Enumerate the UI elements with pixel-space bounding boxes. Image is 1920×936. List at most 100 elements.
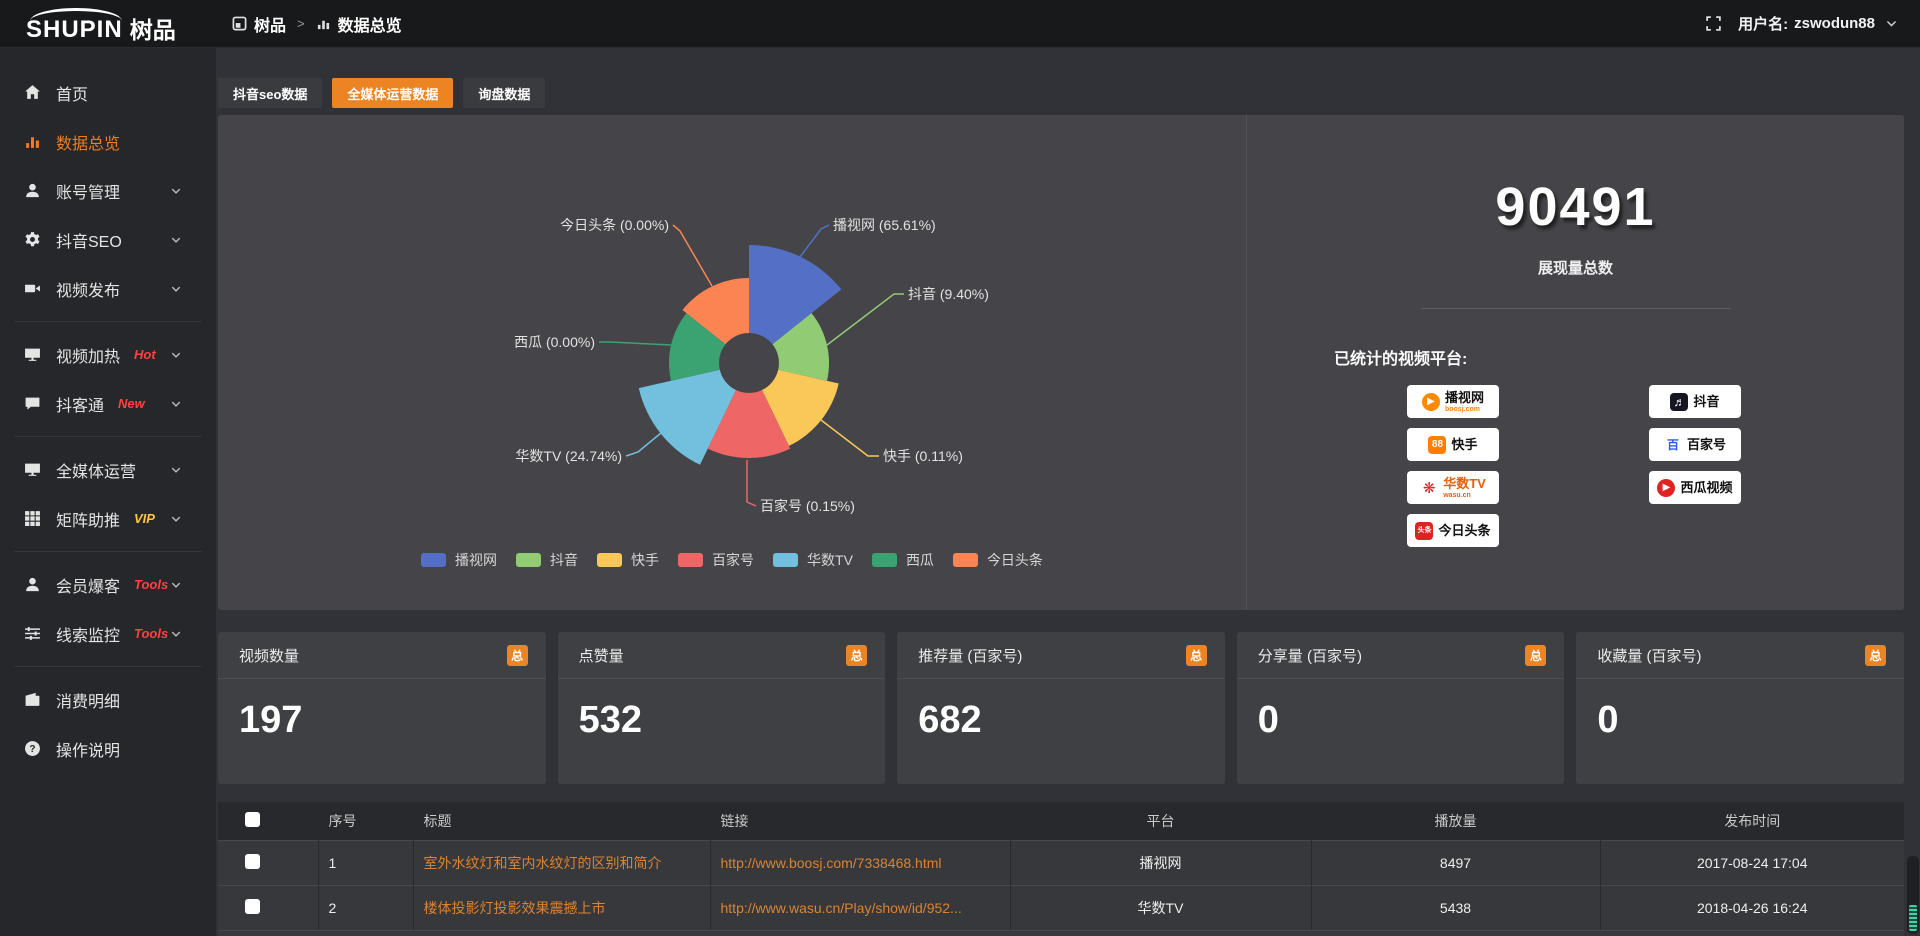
chevron-down-icon: [170, 185, 182, 197]
sidebar-item-question-16[interactable]: ? 操作说明: [0, 724, 216, 773]
chart-icon: [24, 133, 41, 150]
total-badge[interactable]: 总: [1865, 645, 1886, 666]
scrollbar-thumb[interactable]: [1909, 905, 1917, 931]
sidebar-badge: VIP: [134, 511, 155, 526]
sidebar-item-label: 线索监控: [56, 622, 120, 646]
sidebar-item-grid-10[interactable]: 矩阵助推 VIP: [0, 494, 216, 543]
fullscreen-icon[interactable]: [1705, 15, 1722, 32]
column-header-5: 发布时间: [1600, 802, 1904, 840]
row-checkbox[interactable]: [245, 899, 260, 914]
sidebar-item-sliders-13[interactable]: 线索监控 Tools: [0, 609, 216, 658]
legend-item-快手[interactable]: 快手: [597, 550, 659, 570]
legend-label: 播视网: [455, 550, 497, 570]
select-all-checkbox[interactable]: [245, 812, 260, 827]
scrollbar[interactable]: [1907, 856, 1919, 934]
platform-sub: boosj.com: [1445, 406, 1480, 413]
tab-0[interactable]: 抖音seo数据: [218, 78, 322, 108]
total-badge[interactable]: 总: [1525, 645, 1546, 666]
platform-badge-抖音: ♬ 抖音: [1649, 385, 1741, 418]
sidebar-item-home-0[interactable]: 首页: [0, 68, 216, 117]
stat-card-value: 197: [218, 679, 546, 742]
platform-name: 西瓜视频: [1680, 481, 1732, 494]
sidebar-badge: Tools: [134, 626, 168, 641]
platform-badge-西瓜视频: ▶ 西瓜视频: [1649, 471, 1741, 504]
legend-item-今日头条[interactable]: 今日头条: [953, 550, 1043, 570]
video-title-link[interactable]: 室外水纹灯和室内水纹灯的区别和简介: [424, 855, 662, 871]
sidebar-item-monitor-9[interactable]: 全媒体运营: [0, 445, 216, 494]
sidebar-item-label: 抖音SEO: [56, 228, 122, 252]
video-title-link[interactable]: 楼体投影灯投影效果震撼上市: [424, 900, 606, 916]
sidebar-divider: [14, 321, 202, 322]
column-header-3: 平台: [1010, 802, 1311, 840]
legend-swatch: [516, 553, 541, 567]
platform-name: 华数TV: [1443, 477, 1486, 490]
total-badge[interactable]: 总: [1186, 645, 1207, 666]
douyin-logo-icon: ♬: [1670, 393, 1688, 411]
svg-text:?: ?: [29, 744, 35, 755]
sidebar-item-chart-1[interactable]: 数据总览: [0, 117, 216, 166]
baijia-logo-icon: 百: [1664, 436, 1682, 454]
pie-label: 华数TV (24.74%): [515, 448, 622, 464]
chat-icon: [24, 395, 41, 412]
username-label: 用户名:: [1738, 13, 1788, 34]
chart-panel: 播视网 (65.61%)抖音 (9.40%)快手 (0.11%)百家号 (0.1…: [218, 115, 1904, 610]
xigua-logo-icon: ▶: [1657, 479, 1675, 497]
user-icon: [24, 182, 41, 199]
stat-card-title: 视频数量: [239, 645, 299, 666]
video-url-link[interactable]: http://www.wasu.cn/Play/show/id/952...: [721, 900, 962, 916]
legend-label: 西瓜: [906, 550, 934, 570]
total-impressions-value: 90491: [1247, 177, 1904, 237]
platform-name: 百家号: [1687, 438, 1726, 451]
legend-label: 快手: [631, 550, 659, 570]
sidebar-item-label: 矩阵助推: [56, 507, 120, 531]
sidebar-divider: [14, 551, 202, 552]
grid-icon: [24, 510, 41, 527]
cell-plays: 5438: [1311, 885, 1600, 930]
legend-item-播视网[interactable]: 播视网: [421, 550, 497, 570]
pie-label-line: [673, 225, 712, 286]
platform-badge-百家号: 百 百家号: [1649, 428, 1741, 461]
chevron-down-icon: [170, 349, 182, 361]
chevron-down-icon[interactable]: [1885, 17, 1898, 30]
sidebar-item-screen-6[interactable]: 视频加热 Hot: [0, 330, 216, 379]
row-checkbox[interactable]: [245, 854, 260, 869]
sidebar-item-user-12[interactable]: 会员爆客 Tools: [0, 560, 216, 609]
chevron-down-icon: [170, 464, 182, 476]
column-header-0: 序号: [318, 802, 413, 840]
legend-item-百家号[interactable]: 百家号: [678, 550, 754, 570]
video-url-link[interactable]: http://www.boosj.com/7338468.html: [721, 855, 942, 871]
total-badge[interactable]: 总: [846, 645, 867, 666]
legend-swatch: [773, 553, 798, 567]
total-badge[interactable]: 总: [507, 645, 528, 666]
sidebar-item-video-4[interactable]: 视频发布: [0, 264, 216, 313]
tab-2[interactable]: 询盘数据: [463, 78, 545, 108]
tab-1[interactable]: 全媒体运营数据: [332, 78, 453, 108]
legend-item-抖音[interactable]: 抖音: [516, 550, 578, 570]
stat-cards-row: 视频数量 总 197 点赞量 总 532 推荐量 (百家号) 总 682 分享量…: [218, 632, 1904, 784]
platform-badge-快手: 88 快手: [1407, 428, 1499, 461]
pie-label-line: [599, 342, 671, 345]
platforms-counted-label: 已统计的视频平台:: [1334, 345, 1904, 369]
sidebar-item-gear-3[interactable]: 抖音SEO: [0, 215, 216, 264]
breadcrumb-root[interactable]: 树品: [254, 12, 286, 36]
sidebar-item-wallet-15[interactable]: 消费明细: [0, 675, 216, 724]
cell-platform: 播视网: [1010, 840, 1311, 885]
legend-item-华数TV[interactable]: 华数TV: [773, 550, 853, 570]
legend-swatch: [678, 553, 703, 567]
table-row: 2 楼体投影灯投影效果震撼上市 http://www.wasu.cn/Play/…: [218, 885, 1904, 930]
sidebar-item-chat-7[interactable]: 抖客通 New: [0, 379, 216, 428]
breadcrumb-current: 数据总览: [338, 12, 402, 36]
platform-name: 快手: [1451, 438, 1477, 451]
screen-icon: [24, 346, 41, 363]
pie-label: 播视网 (65.61%): [833, 217, 936, 233]
data-tabs: 抖音seo数据全媒体运营数据询盘数据: [218, 78, 1904, 108]
chevron-down-icon: [170, 579, 182, 591]
pie-label-line: [821, 420, 879, 456]
sidebar-item-user-2[interactable]: 账号管理: [0, 166, 216, 215]
sidebar-divider: [14, 436, 202, 437]
sliders-icon: [24, 625, 41, 642]
legend-item-西瓜[interactable]: 西瓜: [872, 550, 934, 570]
sidebar-item-label: 数据总览: [56, 130, 120, 154]
chevron-down-icon: [170, 628, 182, 640]
sidebar-item-label: 操作说明: [56, 737, 120, 761]
